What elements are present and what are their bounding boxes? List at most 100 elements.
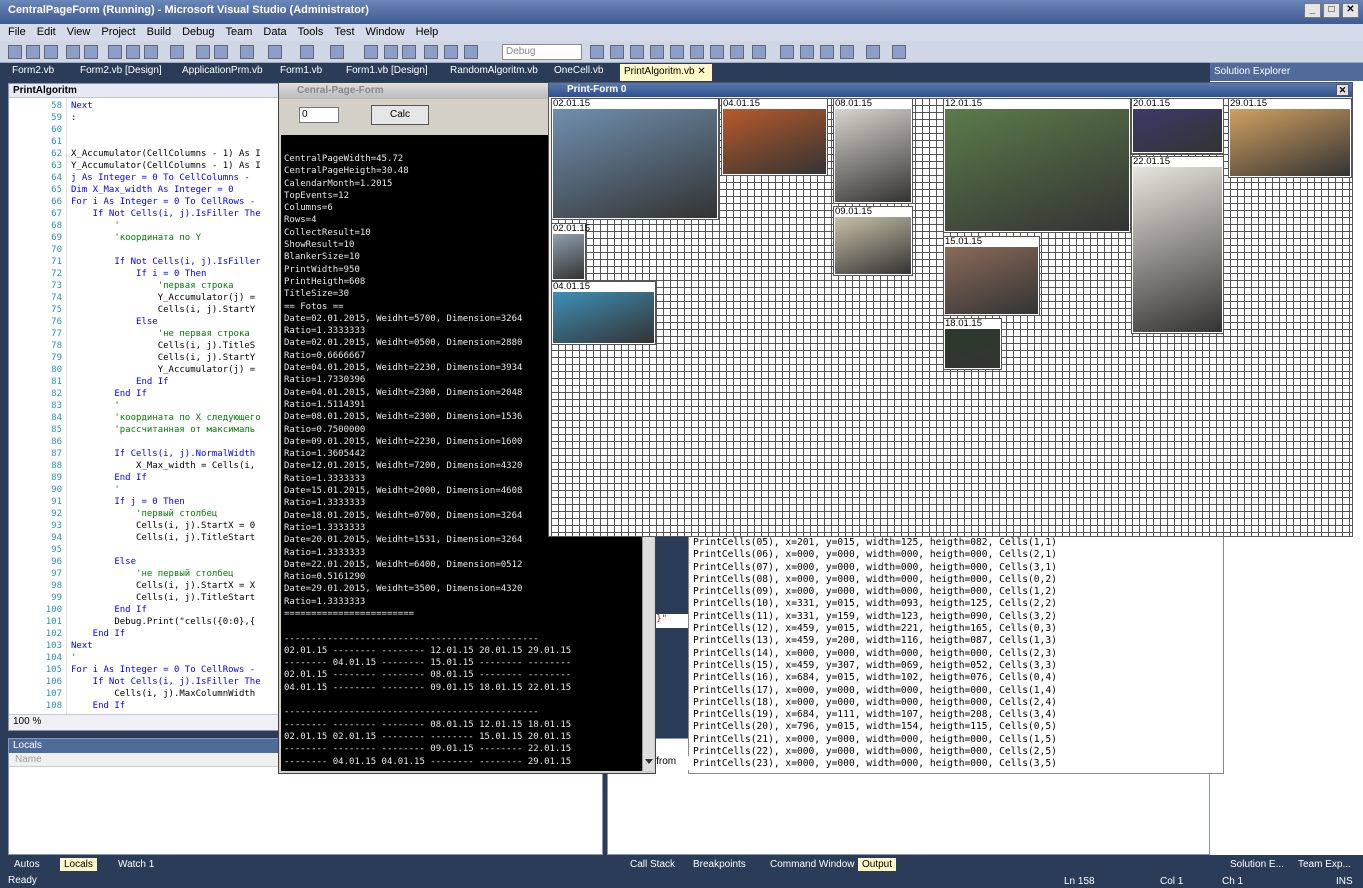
solution-explorer-icon[interactable] bbox=[610, 45, 624, 59]
tab-form1-vb[interactable]: Form1.vb bbox=[280, 65, 322, 76]
tab-command-window[interactable]: Command Window bbox=[770, 859, 854, 870]
tab-output[interactable]: Output bbox=[858, 858, 897, 871]
code-editor[interactable]: PrintAlgoritm 58 59 60 61 62 63 64 65 66 67 68 69 70… bbox=[8, 83, 280, 731]
add-item-icon[interactable] bbox=[26, 45, 40, 59]
navigate-forward-icon[interactable] bbox=[330, 45, 344, 59]
toolbox-icon[interactable] bbox=[670, 45, 684, 59]
object-browser-icon[interactable] bbox=[650, 45, 664, 59]
tab-watch-1[interactable]: Watch 1 bbox=[118, 859, 154, 870]
menu-debug[interactable]: Debug bbox=[182, 26, 214, 39]
step-out-icon[interactable] bbox=[464, 45, 478, 59]
class-view-icon[interactable] bbox=[780, 45, 794, 59]
code-line: If j = 0 Then bbox=[71, 497, 185, 507]
save-icon[interactable] bbox=[66, 45, 80, 59]
menu-file[interactable]: File bbox=[8, 26, 26, 39]
code-line: 'рассчитанная от максималь bbox=[71, 425, 256, 435]
menu-project[interactable]: Project bbox=[101, 26, 135, 39]
menu-tools[interactable]: Tools bbox=[298, 26, 324, 39]
photo-cell: 02.01.15 bbox=[551, 223, 590, 281]
photo-date-label: 02.01.15 bbox=[553, 98, 590, 109]
immediate-window-icon[interactable] bbox=[820, 45, 834, 59]
code-line: Y_Accumulator(j) = bbox=[71, 293, 256, 303]
step-over-icon[interactable] bbox=[444, 45, 458, 59]
code-line: X_Accumulator(CellColumns - 1) As I bbox=[71, 149, 261, 159]
tab-solution-explorer[interactable]: Solution E... bbox=[1230, 859, 1284, 870]
bottom-tool-tabs: Autos Locals Watch 1 Call Stack Breakpoi… bbox=[8, 857, 1363, 873]
start-page-icon[interactable] bbox=[710, 45, 724, 59]
solution-config-select[interactable]: Debug bbox=[502, 44, 582, 60]
line-number: 108 bbox=[45, 701, 62, 711]
line-number: 94 bbox=[51, 533, 62, 543]
close-button[interactable]: ✕ bbox=[1342, 3, 1359, 18]
value-input[interactable]: 0 bbox=[299, 107, 339, 123]
tab-onecell-vb[interactable]: OneCell.vb bbox=[554, 65, 603, 76]
menu-window[interactable]: Window bbox=[366, 26, 405, 39]
tab-form2-design[interactable]: Form2.vb [Design] bbox=[80, 65, 162, 76]
zoom-level[interactable]: 100 % bbox=[9, 714, 279, 730]
bookmark-icon[interactable] bbox=[866, 45, 880, 59]
menu-edit[interactable]: Edit bbox=[37, 26, 56, 39]
photo-cell: 08.01.15 bbox=[833, 98, 913, 204]
menu-team[interactable]: Team bbox=[226, 26, 253, 39]
editor-class-dropdown[interactable]: PrintAlgoritm bbox=[9, 84, 279, 98]
tab-breakpoints[interactable]: Breakpoints bbox=[693, 859, 746, 870]
pause-icon[interactable] bbox=[384, 45, 398, 59]
menu-view[interactable]: View bbox=[67, 26, 91, 39]
tab-form2-vb[interactable]: Form2.vb bbox=[12, 65, 54, 76]
new-project-icon[interactable] bbox=[8, 45, 22, 59]
minimize-button[interactable]: _ bbox=[1304, 3, 1321, 18]
menu-help[interactable]: Help bbox=[416, 26, 439, 39]
menu-build[interactable]: Build bbox=[147, 26, 171, 39]
stop-icon[interactable] bbox=[402, 45, 416, 59]
code-line: 'координата по Y bbox=[71, 233, 202, 243]
calc-button[interactable]: Calc bbox=[371, 105, 429, 125]
debug-output-text: PrintCells(05), x=201, y=015, width=125,… bbox=[693, 537, 1057, 770]
menu-data[interactable]: Data bbox=[263, 26, 286, 39]
team-explorer-icon[interactable] bbox=[690, 45, 704, 59]
tab-applicationprm-vb[interactable]: ApplicationPrm.vb bbox=[182, 65, 263, 76]
save-all-icon[interactable] bbox=[84, 45, 98, 59]
start-debug-icon[interactable] bbox=[364, 45, 378, 59]
line-number: 89 bbox=[51, 473, 62, 483]
tab-form1-design[interactable]: Form1.vb [Design] bbox=[346, 65, 428, 76]
print-form-close-button[interactable]: ✕ bbox=[1336, 84, 1349, 96]
solution-explorer-title[interactable]: Solution Explorer bbox=[1210, 63, 1363, 81]
tab-printalgoritm-vb[interactable]: PrintAlgoritm.vb ✕ bbox=[620, 64, 712, 81]
maximize-button[interactable]: □ bbox=[1323, 3, 1340, 18]
properties-icon[interactable] bbox=[630, 45, 644, 59]
tab-call-stack[interactable]: Call Stack bbox=[630, 859, 675, 870]
code-line: 'первая строка bbox=[71, 281, 234, 291]
line-number: 78 bbox=[51, 341, 62, 351]
copy-icon[interactable] bbox=[126, 45, 140, 59]
navigate-backward-icon[interactable] bbox=[300, 45, 314, 59]
cut-icon[interactable] bbox=[108, 45, 122, 59]
uncomment-icon[interactable] bbox=[214, 45, 228, 59]
tab-team-explorer[interactable]: Team Exp... bbox=[1298, 859, 1351, 870]
status-line: Ln 158 bbox=[1064, 876, 1095, 887]
undo-icon[interactable] bbox=[240, 45, 254, 59]
line-number: 102 bbox=[45, 629, 62, 639]
line-number: 80 bbox=[51, 365, 62, 375]
command-window-icon[interactable] bbox=[752, 45, 766, 59]
step-into-icon[interactable] bbox=[424, 45, 438, 59]
tab-locals[interactable]: Locals bbox=[60, 858, 97, 871]
menu-test[interactable]: Test bbox=[334, 26, 354, 39]
breakpoints-icon[interactable] bbox=[800, 45, 814, 59]
find-in-files-icon[interactable] bbox=[590, 45, 604, 59]
redo-icon[interactable] bbox=[268, 45, 282, 59]
more-tools-icon[interactable] bbox=[892, 45, 906, 59]
code-line: : bbox=[71, 113, 77, 123]
extension-manager-icon[interactable] bbox=[730, 45, 744, 59]
photo-cell: 18.01.15 bbox=[943, 318, 1002, 370]
open-file-icon[interactable] bbox=[44, 45, 58, 59]
photo-thumbnail bbox=[553, 109, 717, 218]
line-number: 66 bbox=[51, 197, 62, 207]
code-line: Else bbox=[71, 317, 158, 327]
tab-randomalgoritm-vb[interactable]: RandomAlgoritm.vb bbox=[450, 65, 538, 76]
find-icon[interactable] bbox=[170, 45, 184, 59]
tab-autos[interactable]: Autos bbox=[14, 859, 40, 870]
line-number: 62 bbox=[51, 149, 62, 159]
paste-icon[interactable] bbox=[144, 45, 158, 59]
comment-icon[interactable] bbox=[196, 45, 210, 59]
output-window-icon[interactable] bbox=[840, 45, 854, 59]
